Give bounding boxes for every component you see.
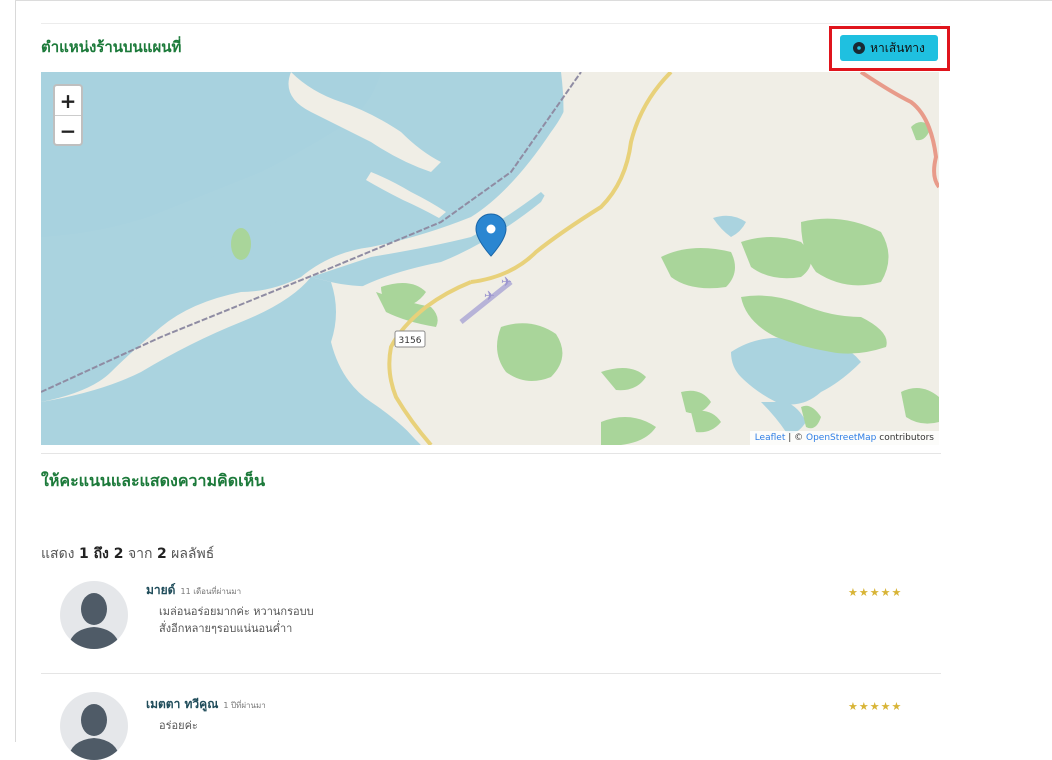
star-rating: ★★★★★ [848, 586, 903, 599]
leaflet-link[interactable]: Leaflet [755, 433, 786, 443]
map-tiles[interactable]: ✈ ✈ 3156 [41, 72, 939, 445]
road-label: 3156 [399, 336, 422, 346]
review-author-name: มายด์ [146, 583, 176, 597]
review-author: เมตตา ทวีคูณ 1 ปีที่ผ่านมา [146, 695, 266, 714]
summary-prefix: แสดง [41, 546, 79, 562]
avatar [60, 692, 128, 760]
find-route-button[interactable]: หาเส้นทาง [840, 35, 938, 61]
review-author-name: เมตตา ทวีคูณ [146, 697, 219, 711]
attribution-tail: contributors [879, 433, 934, 443]
summary-range: 1 ถึง 2 [78, 546, 124, 562]
zoom-in-button[interactable]: + [55, 86, 81, 115]
map-section-title: ตำแหน่งร้านบนแผนที่ [41, 38, 182, 56]
route-button-highlight: หาเส้นทาง [829, 26, 950, 71]
review-time: 11 เดือนที่ผ่านมา [180, 587, 242, 596]
section-divider [41, 453, 941, 454]
map-attribution: Leaflet | © OpenStreetMap contributors [749, 431, 939, 445]
review-author: มายด์ 11 เดือนที่ผ่านมา [146, 581, 241, 600]
attribution-separator: | © [788, 433, 806, 443]
review-text-line: สั่งอีกหลายๆรอบแน่นอนค่ำา [159, 622, 293, 635]
review-text-line: อร่อยค่ะ [159, 719, 198, 732]
zoom-control: + − [53, 84, 83, 146]
star-rating: ★★★★★ [848, 700, 903, 713]
store-detail-card: ตำแหน่งร้านบนแผนที่ หาเส้นทาง ✈ ✈ 3156 +… [16, 0, 1052, 760]
svg-text:✈: ✈ [501, 275, 512, 290]
find-route-label: หาเส้นทาง [870, 40, 925, 55]
summary-suffix: ผลลัพธ์ [166, 546, 215, 562]
results-summary: แสดง 1 ถึง 2 จาก 2 ผลลัพธ์ [41, 543, 214, 565]
compass-icon [853, 42, 866, 54]
store-map[interactable]: ✈ ✈ 3156 + − Leaflet | © OpenStreetMap c… [41, 72, 939, 445]
review-divider [41, 673, 941, 674]
svg-text:✈: ✈ [484, 289, 495, 304]
review-text-line: เมล่อนอร่อยมากค่ะ หวานกรอบบ [159, 605, 314, 618]
avatar [60, 581, 128, 649]
avatar-icon [68, 593, 120, 649]
avatar-icon [68, 704, 120, 760]
summary-mid: จาก [123, 546, 157, 562]
reviews-title: ให้คะแนนและแสดงความคิดเห็น [41, 471, 266, 490]
summary-total: 2 [156, 546, 167, 562]
review-time: 1 ปีที่ผ่านมา [223, 701, 266, 710]
zoom-out-button[interactable]: − [55, 116, 81, 144]
top-divider [41, 23, 941, 24]
osm-link[interactable]: OpenStreetMap [806, 433, 876, 443]
